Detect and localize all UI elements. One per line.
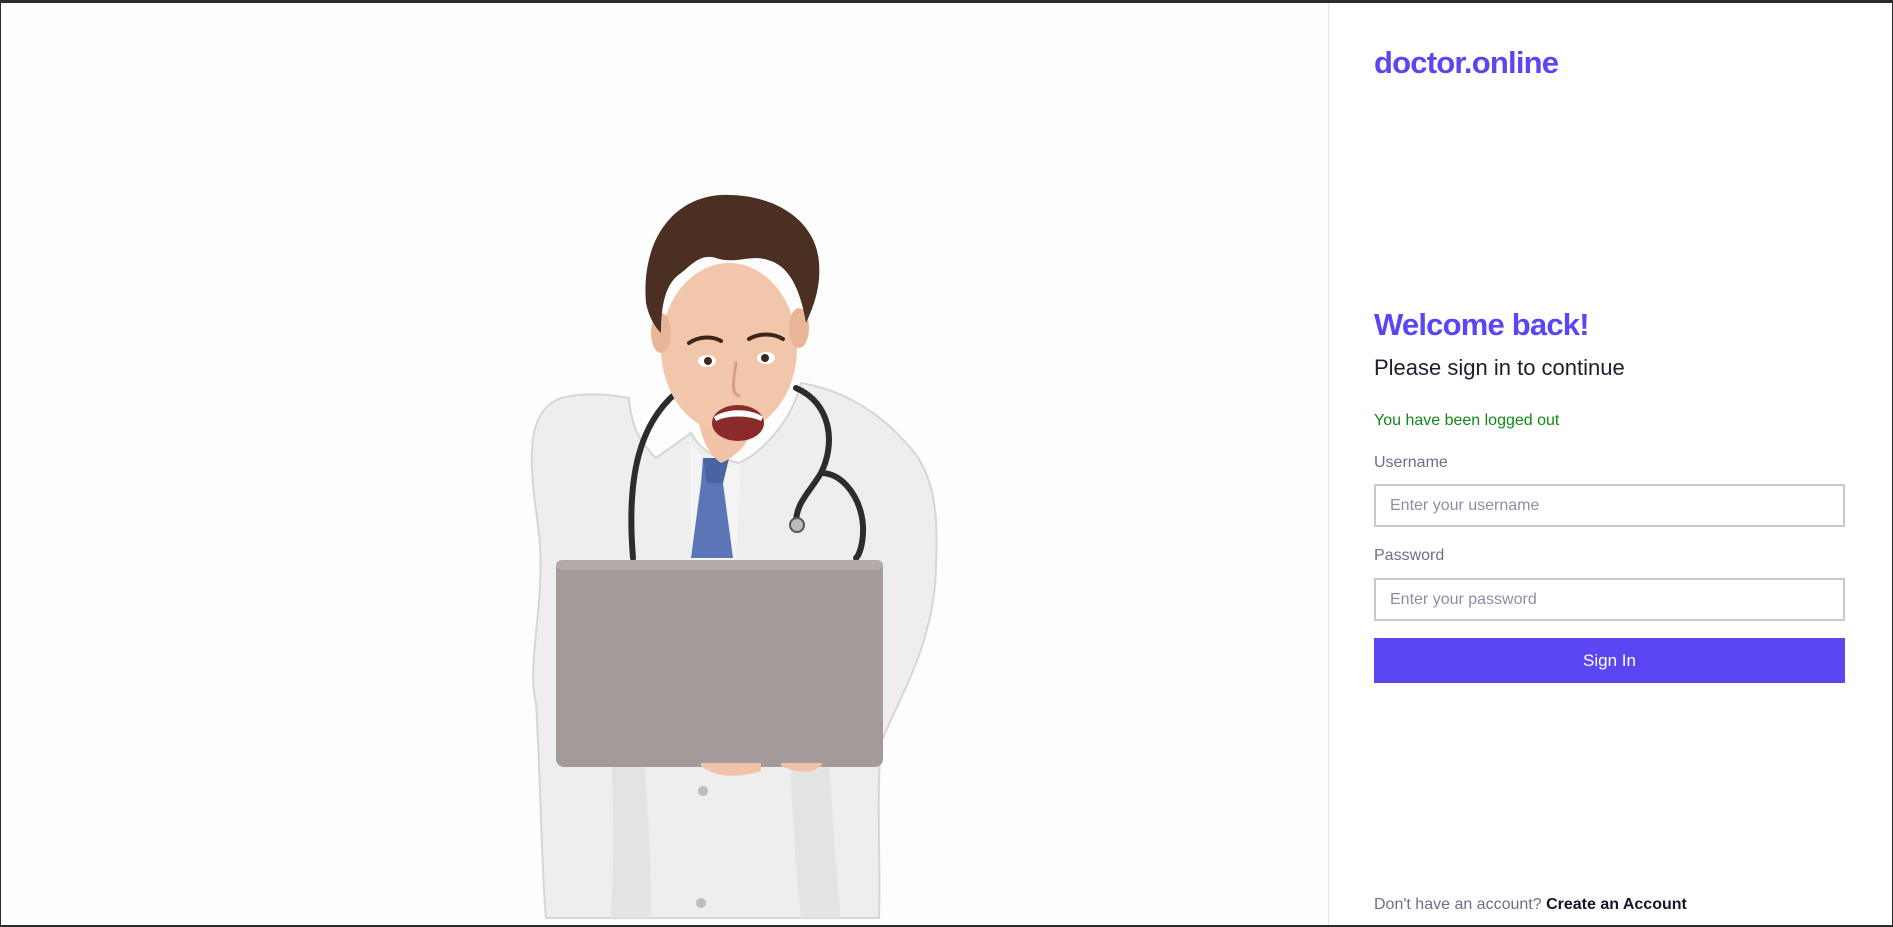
username-label: Username bbox=[1374, 454, 1448, 471]
welcome-heading: Welcome back! bbox=[1374, 307, 1590, 342]
password-label: Password bbox=[1374, 547, 1445, 564]
create-account-link[interactable]: Create an Account bbox=[1546, 896, 1687, 913]
doctor-illustration bbox=[530, 194, 938, 919]
login-panel: doctor.online Welcome back! Please sign … bbox=[1328, 3, 1892, 925]
signup-prompt: Don't have an account? Create an Account bbox=[1374, 896, 1687, 914]
signin-subtitle: Please sign in to continue bbox=[1374, 355, 1625, 380]
username-input[interactable] bbox=[1374, 484, 1845, 527]
laptop bbox=[556, 560, 883, 767]
password-input[interactable] bbox=[1374, 578, 1845, 621]
logout-status-message: You have been logged out bbox=[1374, 412, 1560, 429]
sign-in-button[interactable]: Sign In bbox=[1374, 638, 1845, 683]
app-window: doctor.online Welcome back! Please sign … bbox=[0, 0, 1893, 927]
signup-prompt-text: Don't have an account? bbox=[1374, 896, 1542, 913]
brand-logo[interactable]: doctor.online bbox=[1374, 45, 1559, 81]
hero-image-panel bbox=[1, 3, 1328, 925]
